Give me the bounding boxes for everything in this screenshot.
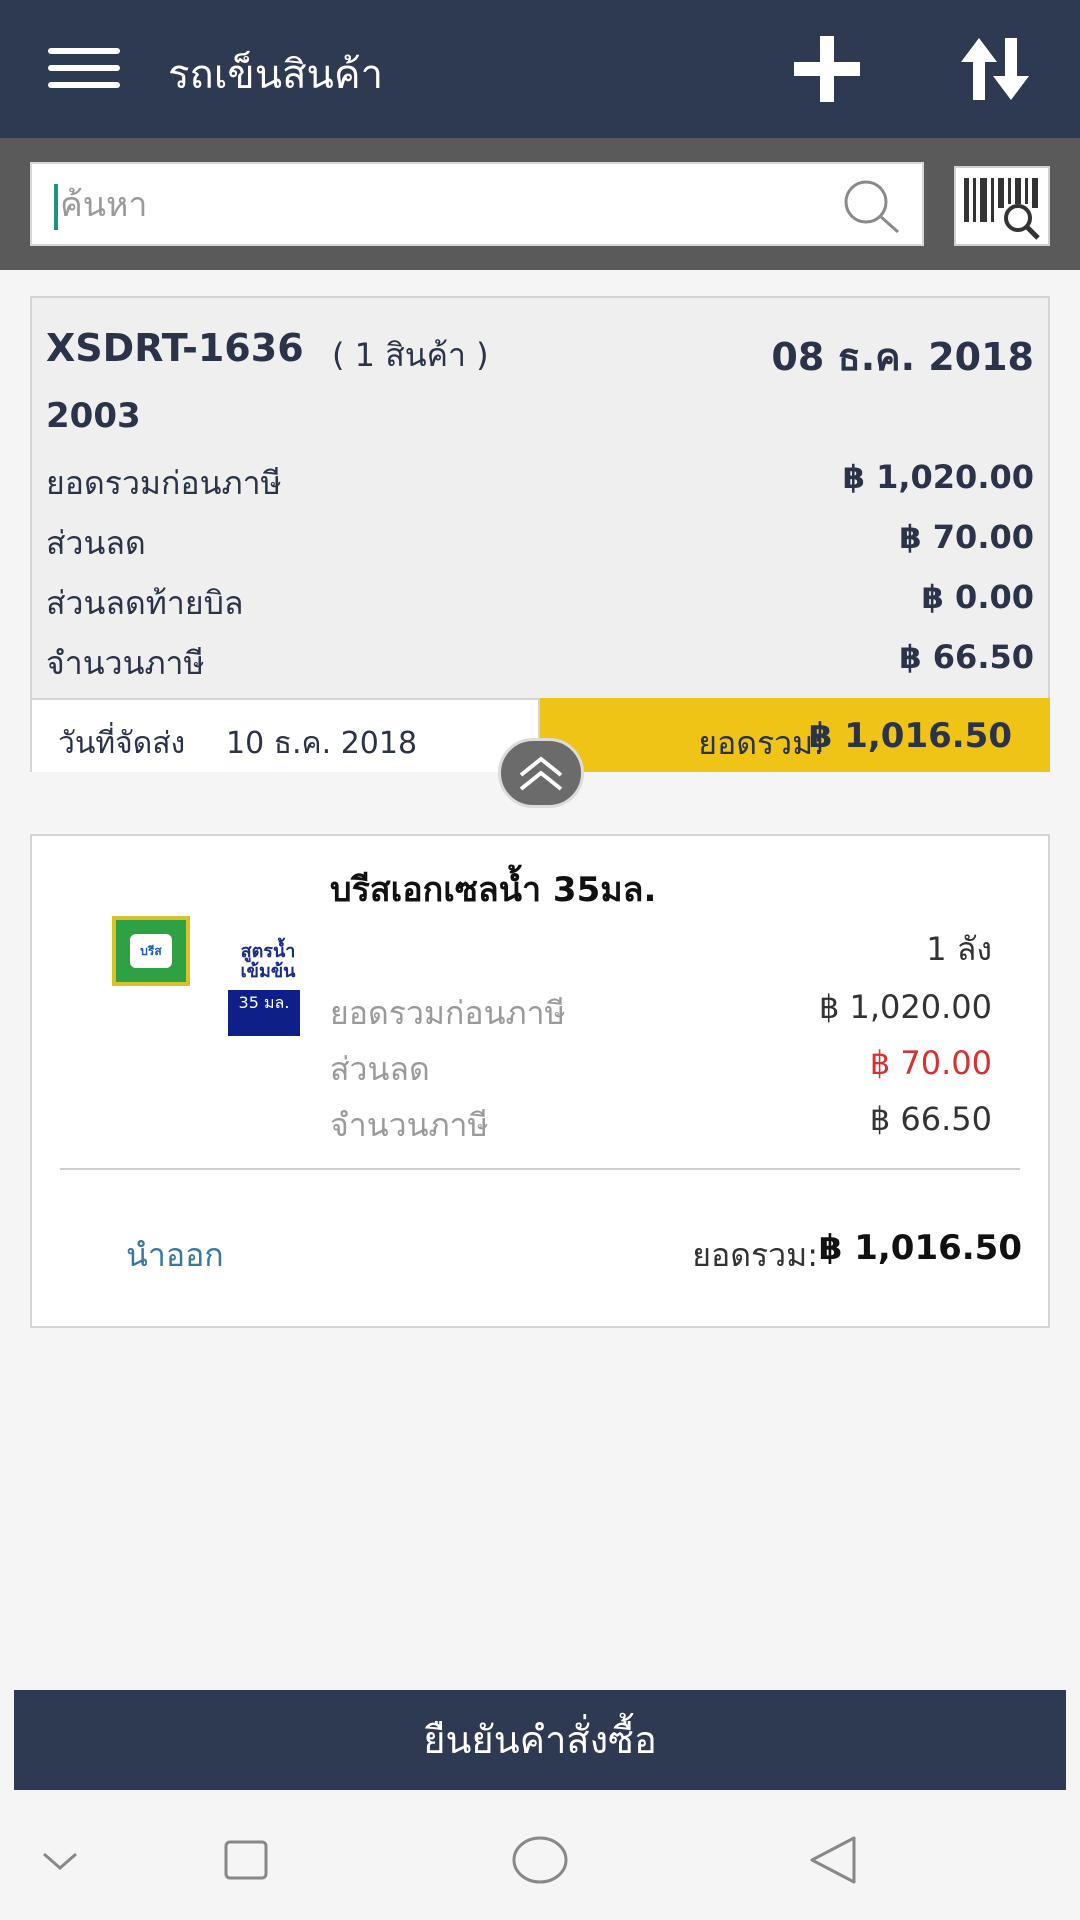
product-image: บรีส [112, 916, 190, 986]
item-quantity: 1 ลัง [926, 930, 992, 968]
summary-label: ส่วนลด [46, 524, 146, 562]
summary-value: ฿ 70.00 [899, 518, 1034, 556]
back-icon[interactable] [808, 1830, 858, 1890]
order-total-value: ฿ 1,016.50 [808, 716, 1012, 756]
summary-value: ฿ 0.00 [921, 578, 1034, 616]
item-row-value: ฿ 70.00 [869, 1044, 992, 1082]
item-name: บรีสเอกเซลน้ำ 35มล. [330, 870, 657, 910]
chevron-down-icon[interactable] [40, 1830, 80, 1890]
item-total-label: ยอดรวม: [692, 1236, 818, 1274]
item-row-value: ฿ 66.50 [869, 1100, 992, 1138]
delivery-date-label: วันที่จัดส่ง [58, 726, 186, 761]
delivery-date-field[interactable]: วันที่จัดส่ง 10 ธ.ค. 2018 [32, 698, 540, 772]
double-chevron-up-icon[interactable] [498, 738, 584, 808]
barcode-scan-icon[interactable] [954, 166, 1050, 246]
app-bar: รถเข็นสินค้า [0, 0, 1080, 138]
search-box [30, 162, 924, 246]
system-nav-bar [0, 1800, 1080, 1920]
item-total-value: ฿ 1,016.50 [818, 1228, 1022, 1268]
order-summary-card: XSDRT-1636 ( 1 สินค้า ) 08 ธ.ค. 2018 200… [30, 296, 1050, 772]
summary-value: ฿ 1,020.00 [842, 458, 1034, 496]
summary-row-discount: ส่วนลด ฿ 70.00 [46, 518, 1034, 564]
customer-code: 2003 [46, 396, 141, 436]
item-row-discount: ส่วนลด ฿ 70.00 [330, 1044, 992, 1088]
item-row-subtotal: ยอดรวมก่อนภาษี ฿ 1,020.00 [330, 988, 992, 1032]
sort-arrows-icon[interactable] [955, 34, 1035, 104]
divider [60, 1168, 1020, 1170]
plus-icon[interactable] [790, 34, 864, 104]
summary-label: จำนวนภาษี [46, 644, 205, 682]
item-row-label: ส่วนลด [330, 1050, 430, 1088]
search-bar [0, 138, 1080, 270]
item-row-label: จำนวนภาษี [330, 1106, 489, 1144]
order-total-bar: ยอดรวม: ฿ 1,016.50 [540, 698, 1050, 772]
item-row-value: ฿ 1,020.00 [818, 988, 992, 1026]
summary-value: ฿ 66.50 [899, 638, 1034, 676]
recent-apps-icon[interactable] [222, 1830, 270, 1890]
order-id: XSDRT-1636 [46, 326, 304, 370]
order-total-label: ยอดรวม: [698, 724, 824, 762]
cart-item-card: บรีสเอกเซลน้ำ 35มล. บรีส สูตรน้ำ เข้มข้น… [30, 834, 1050, 1328]
item-row-label: ยอดรวมก่อนภาษี [330, 994, 566, 1032]
search-input[interactable] [54, 178, 834, 232]
remove-item-link[interactable]: นำออก [126, 1230, 224, 1281]
summary-row-bill-discount: ส่วนลดท้ายบิล ฿ 0.00 [46, 578, 1034, 624]
page-title: รถเข็นสินค้า [168, 52, 384, 98]
summary-row-subtotal: ยอดรวมก่อนภาษี ฿ 1,020.00 [46, 458, 1034, 504]
product-brand-logo: บรีส [130, 934, 172, 968]
search-icon[interactable] [840, 178, 902, 234]
item-count: ( 1 สินค้า ) [332, 336, 489, 374]
home-icon[interactable] [510, 1830, 570, 1890]
hamburger-menu-icon[interactable] [48, 48, 120, 88]
confirm-order-button[interactable]: ยืนยันคำสั่งซื้อ [14, 1690, 1066, 1790]
item-row-tax: จำนวนภาษี ฿ 66.50 [330, 1100, 992, 1144]
delivery-date-value: 10 ธ.ค. 2018 [226, 726, 418, 761]
summary-label: ส่วนลดท้ายบิล [46, 584, 244, 622]
order-date: 08 ธ.ค. 2018 [771, 335, 1034, 379]
product-size-badge: 35 มล. [228, 990, 300, 1036]
product-package-text: สูตรน้ำ เข้มข้น [240, 941, 296, 982]
summary-row-tax: จำนวนภาษี ฿ 66.50 [46, 638, 1034, 684]
summary-label: ยอดรวมก่อนภาษี [46, 464, 282, 502]
